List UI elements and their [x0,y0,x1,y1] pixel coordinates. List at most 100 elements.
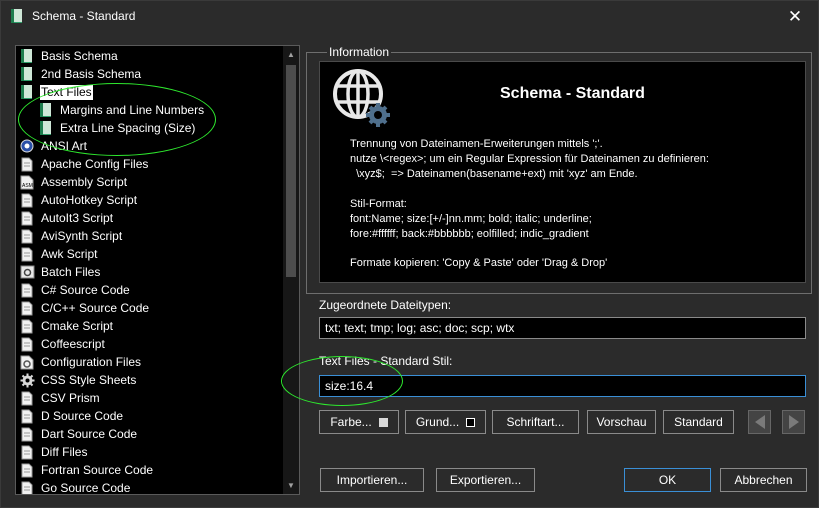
schema-list-item[interactable]: 2nd Basis Schema [16,65,284,83]
schema-list-item-label: Batch Files [41,264,101,279]
schema-book-icon [19,66,35,82]
ground-button-label: Grund... [415,415,460,429]
schema-book-icon [19,48,35,64]
standard-button[interactable]: Standard [663,410,734,434]
information-group-title: Information [327,45,392,59]
schema-book-icon [38,120,54,136]
color-button[interactable]: Farbe... [319,410,399,434]
schema-list-item[interactable]: Awk Script [16,245,284,263]
ground-button[interactable]: Grund... [405,410,486,434]
scroll-down-arrow-icon[interactable]: ▼ [283,477,299,494]
information-panel: Schema - Standard Trennung von Dateiname… [319,61,806,283]
schema-list-item-label: AutoHotkey Script [41,192,138,207]
document-icon [19,300,35,316]
schema-list-item[interactable]: AutoHotkey Script [16,191,284,209]
info-line: nutze \<regex>; um ein Regular Expressio… [350,153,709,165]
schema-list-item[interactable]: Configuration Files [16,353,284,371]
document-icon [19,408,35,424]
close-icon: ✕ [787,6,803,26]
close-button[interactable]: ✕ [772,1,818,32]
schema-list-item[interactable]: D Source Code [16,407,284,425]
schema-list-item-label: Dart Source Code [41,426,138,441]
file-types-field[interactable]: txt; text; tmp; log; asc; doc; scp; wtx [319,317,806,339]
schema-list-item-label: Diff Files [41,444,88,459]
schema-list-item-label: ANSI Art [41,138,88,153]
style-label: Text Files - Standard Stil: [319,354,453,368]
schema-list-item[interactable]: Go Source Code [16,479,284,494]
schema-list-item[interactable]: C# Source Code [16,281,284,299]
info-line: \xyz$; => Dateinamen(basename+ext) mit '… [350,168,638,180]
document-icon [19,426,35,442]
schema-list-item[interactable]: Apache Config Files [16,155,284,173]
schema-list-item[interactable]: Extra Line Spacing (Size) [16,119,284,137]
schema-list-item-label: Basis Schema [41,48,118,63]
config-gear-icon [19,354,35,370]
schema-list-item[interactable]: AviSynth Script [16,227,284,245]
color-swatch [378,417,388,427]
list-scrollbar[interactable]: ▲ ▼ [283,46,299,494]
import-button[interactable]: Importieren... [320,468,424,492]
color-button-label: Farbe... [330,415,372,429]
schema-list-item[interactable]: Diff Files [16,443,284,461]
previous-style-button[interactable] [748,410,771,434]
schema-list-item-label: Coffeescript [41,336,105,351]
schema-book-icon [11,9,22,23]
schema-list-item-label: CSS Style Sheets [41,372,137,387]
schema-list-item-label: AutoIt3 Script [41,210,114,225]
scroll-up-arrow-icon[interactable]: ▲ [283,46,299,63]
ansi-art-icon [19,138,35,154]
schema-book-icon [38,102,54,118]
schema-list-item[interactable]: CSV Prism [16,389,284,407]
gear-icon [19,372,35,388]
file-types-label: Zugeordnete Dateitypen: [319,298,452,312]
document-icon [19,282,35,298]
cancel-button[interactable]: Abbrechen [720,468,807,492]
schema-list-item[interactable]: Fortran Source Code [16,461,284,479]
schema-list-item-label: C/C++ Source Code [41,300,150,315]
schema-list-item[interactable]: ASM Assembly Script [16,173,284,191]
schema-list[interactable]: Basis Schema 2nd Basis Schema Text Files Ma… [15,45,300,495]
schema-list-item[interactable]: C/C++ Source Code [16,299,284,317]
document-icon [19,336,35,352]
schema-dialog: Schema - Standard ✕ Basis Schema 2nd Basi… [0,0,819,508]
schema-list-item[interactable]: ANSI Art [16,137,284,155]
gear-window-icon [19,264,35,280]
document-icon [19,390,35,406]
ok-button[interactable]: OK [624,468,711,492]
schema-list-item-label: CSV Prism [41,390,100,405]
schema-list-item[interactable]: Dart Source Code [16,425,284,443]
document-icon [19,228,35,244]
info-line: font:Name; size:[+/-]nn.mm; bold; italic… [350,213,592,225]
schema-list-item[interactable]: CSS Style Sheets [16,371,284,389]
schema-list-item[interactable]: Batch Files [16,263,284,281]
schema-book-icon [19,84,35,100]
schema-list-item-label: Configuration Files [41,354,142,369]
asm-file-icon: ASM [19,174,35,190]
triangle-right-icon [788,415,799,429]
schema-list-item[interactable]: Coffeescript [16,335,284,353]
preview-button[interactable]: Vorschau [587,410,656,434]
style-field[interactable]: size:16.4 [319,375,806,397]
schema-list-items: Basis Schema 2nd Basis Schema Text Files Ma… [16,47,284,494]
info-line: Trennung von Dateinamen-Erweiterungen mi… [350,138,603,150]
schema-list-item-label: 2nd Basis Schema [41,66,142,81]
schema-list-item-label: Extra Line Spacing (Size) [60,120,196,135]
triangle-left-icon [754,415,765,429]
document-icon [19,318,35,334]
next-style-button[interactable] [782,410,805,434]
schema-list-item-label: D Source Code [41,408,124,423]
schema-list-item[interactable]: AutoIt3 Script [16,209,284,227]
document-icon [19,156,35,172]
schema-list-item[interactable]: Cmake Script [16,317,284,335]
document-icon [19,210,35,226]
scroll-thumb[interactable] [286,65,296,277]
ground-swatch [466,417,476,427]
export-button[interactable]: Exportieren... [436,468,535,492]
font-button[interactable]: Schriftart... [492,410,579,434]
schema-list-item[interactable]: Margins and Line Numbers [16,101,284,119]
schema-list-item-label: C# Source Code [41,282,130,297]
schema-list-item[interactable]: Basis Schema [16,47,284,65]
document-icon [19,462,35,478]
globe-gear-icon [333,69,390,127]
schema-list-item[interactable]: Text Files [16,83,284,101]
